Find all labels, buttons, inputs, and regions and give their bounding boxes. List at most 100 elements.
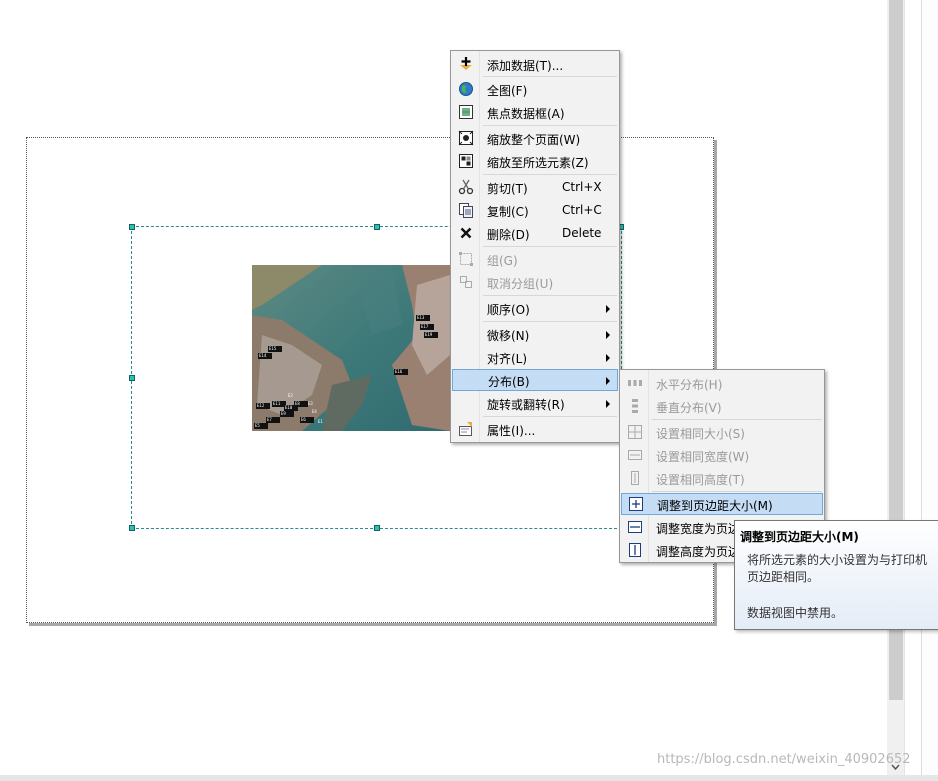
map-label: E3 xyxy=(308,401,313,406)
satellite-map-image: E13 E17 E19 E15 E14 E16 E12 E11 E10 E8 E9 E7 E6 E5 E4 E… xyxy=(252,265,450,431)
menu-item-label: 取消分组(U) xyxy=(487,277,554,291)
menu-item-same-width[interactable]: 设置相同宽度(W) xyxy=(622,444,822,466)
menu-separator xyxy=(483,125,617,126)
menu-item-zoom-to-selected[interactable]: 缩放至所选元素(Z) xyxy=(453,150,617,172)
ungroup-icon xyxy=(458,274,474,290)
tooltip-note: 数据视图中禁用。 xyxy=(747,606,844,620)
horizontal-scrollbar[interactable] xyxy=(0,775,938,781)
menu-separator xyxy=(483,321,617,322)
menu-item-label: 焦点数据框(A) xyxy=(487,107,565,121)
same-size-icon xyxy=(627,424,643,440)
menu-item-group[interactable]: 组(G) xyxy=(453,248,617,270)
menu-separator xyxy=(483,246,617,247)
menu-item-distribute-vertically[interactable]: 垂直分布(V) xyxy=(622,395,822,417)
menu-item-distribute-horizontally[interactable]: 水平分布(H) xyxy=(622,372,822,394)
tooltip-title: 调整到页边距大小(M) xyxy=(740,530,859,544)
menu-item-label: 设置相同高度(T) xyxy=(656,473,745,487)
map-label: E14 xyxy=(259,353,267,358)
menu-item-label: 分布(B) xyxy=(488,375,530,389)
map-label: E7 xyxy=(267,417,272,422)
delete-x-icon xyxy=(458,225,474,241)
menu-item-ungroup[interactable]: 取消分组(U) xyxy=(453,271,617,293)
menu-separator xyxy=(483,174,617,175)
menu-item-shortcut: Ctrl+X xyxy=(562,180,602,194)
zoom-page-icon xyxy=(458,130,474,146)
resize-handle-bottom[interactable] xyxy=(374,525,380,531)
menu-item-zoom-whole-page[interactable]: 缩放整个页面(W) xyxy=(453,127,617,149)
menu-item-properties[interactable]: 属性(I)... xyxy=(453,418,617,440)
menu-item-add-data[interactable]: 添加数据(T)... xyxy=(453,53,617,75)
menu-item-shortcut: Delete xyxy=(562,226,602,240)
copy-icon xyxy=(458,202,474,218)
menu-item-delete[interactable]: 删除(D) Delete xyxy=(453,222,617,244)
map-label: E6 xyxy=(301,417,306,422)
menu-item-copy[interactable]: 复制(C) Ctrl+C xyxy=(453,199,617,221)
globe-icon xyxy=(458,81,474,97)
menu-item-distribute[interactable]: 分布(B) xyxy=(452,369,618,391)
menu-item-label: 组(G) xyxy=(487,254,518,268)
menu-item-label: 缩放整个页面(W) xyxy=(487,133,581,147)
menu-item-full-extent[interactable]: 全图(F) xyxy=(453,78,617,100)
map-label: E16 xyxy=(395,369,403,374)
add-data-icon xyxy=(458,56,474,72)
menu-item-cut[interactable]: 剪切(T) Ctrl+X xyxy=(453,176,617,198)
resize-handle-bottom-left[interactable] xyxy=(129,525,135,531)
menu-item-label: 调整宽度为页边 xyxy=(656,522,741,536)
context-menu: 添加数据(T)... 全图(F) 焦点数据框(A) 缩放整个页面(W) 缩放至所… xyxy=(450,50,620,443)
map-label: E9 xyxy=(281,411,286,416)
map-label: E13 xyxy=(417,315,425,320)
menu-item-focus-data-frame[interactable]: 焦点数据框(A) xyxy=(453,101,617,123)
menu-item-label: 垂直分布(V) xyxy=(656,401,722,415)
map-label: E4 xyxy=(312,409,317,414)
menu-item-fit-to-margins[interactable]: 调整到页边距大小(M) xyxy=(621,493,823,515)
menu-item-label: 调整高度为页边 xyxy=(656,545,741,559)
menu-item-label: 缩放至所选元素(Z) xyxy=(487,156,589,170)
menu-item-same-height[interactable]: 设置相同高度(T) xyxy=(622,467,822,489)
tooltip: 调整到页边距大小(M) 将所选元素的大小设置为与打印机页边距相同。 数据视图中禁… xyxy=(734,520,938,630)
menu-item-shortcut: Ctrl+C xyxy=(562,203,602,217)
menu-item-label: 微移(N) xyxy=(487,329,530,343)
map-label: E1 xyxy=(318,419,323,424)
submenu-arrow-icon xyxy=(606,331,610,339)
map-label: E17 xyxy=(421,324,429,329)
menu-item-label: 添加数据(T)... xyxy=(487,59,564,73)
menu-item-order[interactable]: 顺序(O) xyxy=(453,297,617,319)
menu-item-same-size[interactable]: 设置相同大小(S) xyxy=(622,421,822,443)
menu-separator xyxy=(483,416,617,417)
same-height-icon xyxy=(627,470,643,486)
zoom-selected-icon xyxy=(458,153,474,169)
resize-handle-top-left[interactable] xyxy=(129,224,135,230)
resize-handle-left[interactable] xyxy=(129,375,135,381)
menu-item-label: 设置相同大小(S) xyxy=(656,427,745,441)
menu-item-label: 剪切(T) xyxy=(487,182,528,196)
menu-item-nudge[interactable]: 微移(N) xyxy=(453,323,617,345)
map-label: E11 xyxy=(273,401,281,406)
submenu-arrow-icon xyxy=(606,400,610,408)
map-label: E19 xyxy=(425,332,433,337)
resize-handle-top[interactable] xyxy=(374,224,380,230)
map-label: E10 xyxy=(285,405,293,410)
map-label: E8 xyxy=(295,401,300,406)
menu-separator xyxy=(483,295,617,296)
menu-item-label: 属性(I)... xyxy=(487,424,536,438)
submenu-arrow-icon xyxy=(606,305,610,313)
menu-item-rotate-flip[interactable]: 旋转或翻转(R) xyxy=(453,392,617,414)
map-label: E15 xyxy=(269,346,277,351)
menu-item-label: 删除(D) xyxy=(487,228,530,242)
menu-separator xyxy=(652,419,822,420)
menu-separator xyxy=(483,76,617,77)
group-icon xyxy=(458,251,474,267)
fit-height-icon xyxy=(627,542,643,558)
menu-item-align[interactable]: 对齐(L) xyxy=(453,346,617,368)
distribute-vertical-icon xyxy=(627,398,643,414)
properties-icon xyxy=(458,421,474,437)
map-label: E12 xyxy=(257,403,265,408)
submenu-arrow-icon xyxy=(606,377,610,385)
side-panel-strip-inner xyxy=(921,0,938,781)
menu-item-label: 对齐(L) xyxy=(487,352,528,366)
map-label: E2 xyxy=(288,393,293,398)
watermark: https://blog.csdn.net/weixin_40902652 xyxy=(657,752,911,767)
menu-item-label: 顺序(O) xyxy=(487,303,530,317)
submenu-arrow-icon xyxy=(606,354,610,362)
menu-item-label: 旋转或翻转(R) xyxy=(487,398,565,412)
